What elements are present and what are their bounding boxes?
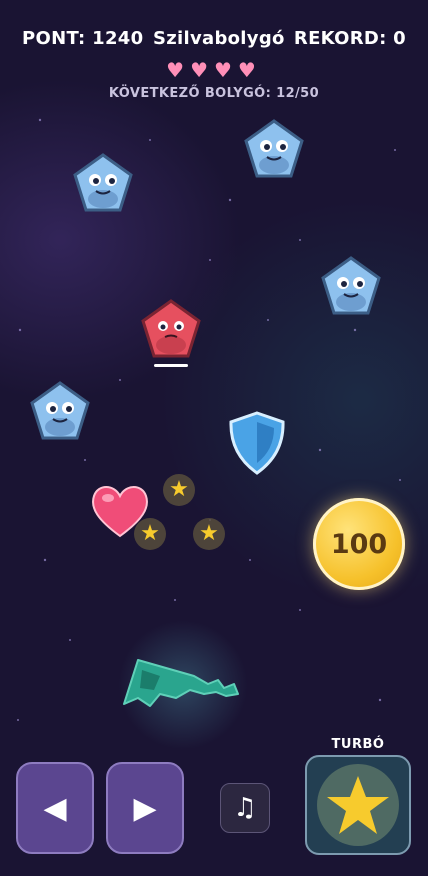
- left-arrow-icon: ◀: [43, 790, 67, 826]
- blue-pentagon-enemy: [243, 118, 305, 180]
- record-display: REKORD: 0: [293, 28, 406, 49]
- music-note-icon: ♫: [233, 793, 257, 823]
- top-hud: PONT: 1240 Szilvabolygó REKORD: 0: [0, 28, 428, 56]
- right-arrow-icon: ▶: [133, 790, 157, 826]
- shield-powerup-icon: [229, 411, 285, 475]
- turbo-orb: [317, 764, 399, 846]
- blue-pentagon-enemy: [320, 255, 382, 317]
- player-ship-icon: [123, 659, 239, 707]
- red-pentagon-enemy-targeted: [140, 298, 202, 360]
- move-right-button[interactable]: ▶: [106, 762, 184, 854]
- turbo-label: TURBÓ: [331, 737, 385, 752]
- blue-pentagon-enemy: [29, 380, 91, 442]
- star-icon: [327, 776, 389, 834]
- music-toggle-button[interactable]: ♫: [220, 783, 270, 833]
- coin-value: 100: [330, 528, 388, 560]
- next-planet-progress: KÖVETKEZŐ BOLYGÓ: 12/50: [108, 86, 320, 101]
- target-indicator: [154, 364, 188, 367]
- planet-name: Szilvabolygó: [153, 28, 285, 49]
- blue-pentagon-enemy: [72, 152, 134, 214]
- turbo-button[interactable]: [305, 755, 411, 855]
- lives-hearts: ♥♥♥♥: [166, 58, 262, 82]
- move-left-button[interactable]: ◀: [16, 762, 94, 854]
- star-bonus-icon: ★: [134, 518, 166, 550]
- star-bonus-icon: ★: [163, 474, 195, 506]
- coin-bonus: 100: [313, 498, 405, 590]
- score-display: PONT: 1240: [22, 28, 144, 49]
- star-bonus-icon: ★: [193, 518, 225, 550]
